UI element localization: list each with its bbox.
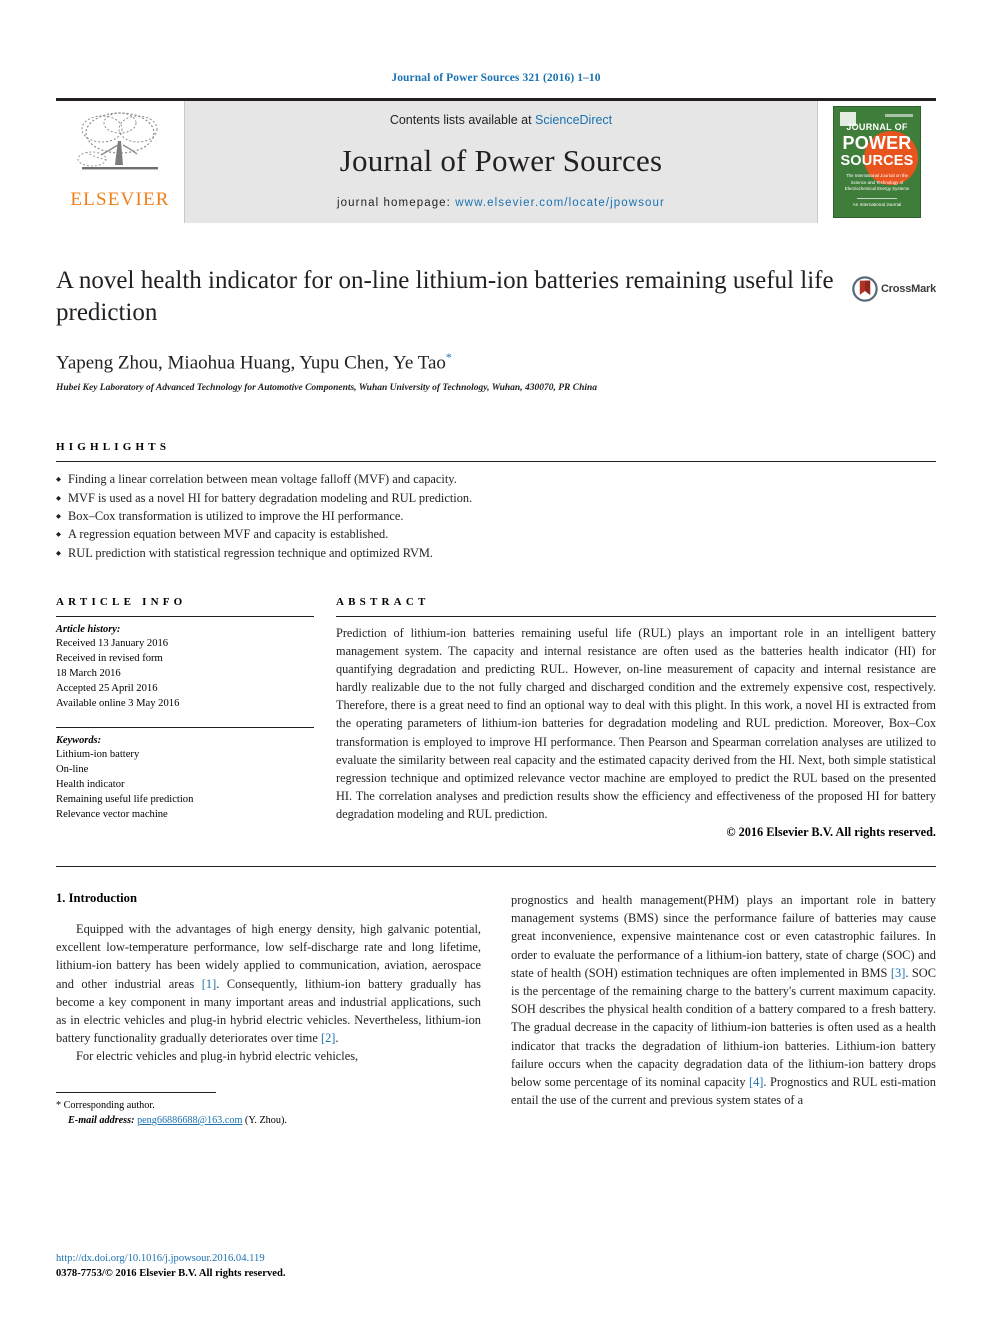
article-history-line: Available online 3 May 2016	[56, 698, 180, 710]
crossmark-icon	[852, 276, 878, 302]
cover-footer: An International Journal	[834, 197, 920, 208]
article-title: A novel health indicator for on-line lit…	[56, 267, 834, 326]
citation-1[interactable]: [1]	[202, 977, 216, 991]
cover-footer-text: An International Journal	[852, 201, 902, 207]
crossmark-badge[interactable]: CrossMark	[852, 267, 936, 311]
crossmark-label: CrossMark	[880, 283, 936, 295]
intro-paragraph-1: Equipped with the advantages of high ene…	[56, 920, 481, 1048]
email-suffix: (Y. Zhou).	[242, 1114, 287, 1126]
highlights-list: Finding a linear correlation between mea…	[56, 470, 936, 562]
affiliation: Hubei Key Laboratory of Advanced Technol…	[56, 383, 598, 394]
keyword-item: Health indicator	[56, 779, 125, 791]
cover-footer-rule	[857, 197, 897, 199]
right-text-b: . SOC is the percentage of the remaining…	[511, 965, 936, 1090]
highlights-label: HIGHLIGHTS	[56, 441, 171, 454]
highlight-item: A regression equation between MVF and ca…	[56, 525, 936, 543]
footnote-block: * Corresponding author.	[56, 1091, 216, 1113]
article-history-line: 18 March 2016	[56, 668, 121, 680]
section-heading-introduction: 1. Introduction	[56, 890, 137, 905]
citation-4[interactable]: [4]	[749, 1075, 763, 1089]
keywords-heading: Keywords:	[56, 735, 102, 747]
cover-subtitle: The International Journal on the Science…	[844, 173, 910, 192]
intro-text-c: .	[335, 1031, 339, 1046]
intro-paragraph-2: For electric vehicles and plug-in hybrid…	[76, 1049, 359, 1064]
author-list: Yapeng Zhou, Miaohua Huang, Yupu Chen, Y…	[56, 350, 936, 374]
abstract-copyright: © 2016 Elsevier B.V. All rights reserved…	[726, 824, 936, 839]
email-label: E-mail address:	[68, 1114, 138, 1126]
contents-line: Contents lists available at ScienceDirec…	[390, 113, 612, 127]
highlight-item: Finding a linear correlation between mea…	[56, 470, 936, 488]
article-info-rule	[56, 616, 314, 618]
article-page: Journal of Power Sources 321 (2016) 1–10	[0, 0, 992, 1323]
keyword-item: Relevance vector machine	[56, 809, 168, 821]
cover-line-2: POWER	[842, 133, 912, 153]
highlight-item: MVF is used as a novel HI for battery de…	[56, 489, 936, 507]
journal-homepage-line: journal homepage: www.elsevier.com/locat…	[337, 197, 665, 209]
journal-banner: Contents lists available at ScienceDirec…	[184, 101, 818, 223]
body-columns: 1. Introduction Equipped with the advant…	[56, 891, 936, 1128]
cover-line-1: JOURNAL OF	[846, 122, 908, 132]
doi-link-wrap[interactable]: http://dx.doi.org/10.1016/j.jpowsour.201…	[56, 1251, 286, 1266]
keyword-item: Remaining useful life prediction	[56, 794, 194, 806]
highlights-section: HIGHLIGHTS Finding a linear correlation …	[56, 441, 936, 562]
author-names: Yapeng Zhou, Miaohua Huang, Yupu Chen, Y…	[56, 352, 446, 374]
abstract-rule	[336, 616, 936, 618]
abstract-text: Prediction of lithium-ion batteries rema…	[336, 626, 936, 821]
body-column-left: 1. Introduction Equipped with the advant…	[56, 891, 481, 1128]
contents-prefix: Contents lists available at	[389, 113, 536, 127]
intro-paragraph-right: prognostics and health management(PHM) p…	[511, 891, 936, 1110]
email-line: E-mail address: peng66886688@163.com (Y.…	[56, 1113, 481, 1128]
article-history-heading: Article history:	[56, 624, 121, 636]
highlights-rule	[56, 461, 936, 463]
issn-copyright: 0378-7753/© 2016 Elsevier B.V. All right…	[56, 1267, 286, 1279]
article-history-line: Received 13 January 2016	[56, 638, 169, 650]
journal-cover-cell: JOURNAL OF POWER SOURCES The Internation…	[818, 101, 936, 223]
elsevier-logo: ELSEVIER	[56, 101, 184, 223]
cover-top-rule	[885, 114, 913, 117]
citation-2[interactable]: [2]	[321, 1031, 335, 1045]
article-info-label: ARTICLE INFO	[56, 596, 187, 609]
keyword-item: Lithium-ion battery	[56, 749, 140, 761]
body-divider	[56, 865, 936, 867]
abstract-label: ABSTRACT	[336, 596, 430, 609]
running-head: Journal of Power Sources 321 (2016) 1–10	[391, 72, 601, 84]
keywords-rule	[56, 727, 314, 729]
cover-line-3: SOURCES	[840, 153, 914, 169]
elsevier-tree-icon	[77, 112, 158, 170]
journal-masthead: ELSEVIER Contents lists available at Sci…	[56, 98, 936, 223]
corresponding-author-marker: *	[445, 350, 452, 364]
doi-link[interactable]: http://dx.doi.org/10.1016/j.jpowsour.201…	[56, 1253, 265, 1264]
title-block: A novel health indicator for on-line lit…	[56, 265, 936, 393]
journal-cover-thumbnail[interactable]: JOURNAL OF POWER SOURCES The Internation…	[833, 106, 921, 218]
email-link[interactable]: peng66886688@163.com	[137, 1115, 242, 1126]
corresponding-author-note: * Corresponding author.	[56, 1099, 155, 1111]
homepage-prefix: journal homepage:	[337, 197, 456, 209]
body-column-right: prognostics and health management(PHM) p…	[511, 891, 936, 1128]
journal-title: Journal of Power Sources	[339, 143, 663, 178]
right-text-a: prognostics and health management(PHM) p…	[511, 892, 936, 980]
highlight-item: RUL prediction with statistical regressi…	[56, 544, 936, 562]
article-history-line: Received in revised form	[56, 653, 163, 665]
article-info-column: ARTICLE INFO Article history: Received 1…	[56, 596, 314, 840]
page-footer: http://dx.doi.org/10.1016/j.jpowsour.201…	[56, 1251, 286, 1281]
article-history-line: Accepted 25 April 2016	[56, 683, 158, 695]
abstract-column: ABSTRACT Prediction of lithium-ion batte…	[336, 596, 936, 840]
elsevier-wordmark: ELSEVIER	[70, 189, 170, 210]
highlight-item: Box–Cox transformation is utilized to im…	[56, 507, 936, 525]
sciencedirect-link[interactable]: ScienceDirect	[535, 113, 612, 127]
info-abstract-row: ARTICLE INFO Article history: Received 1…	[56, 596, 936, 840]
citation-3[interactable]: [3]	[891, 966, 905, 980]
journal-homepage-link[interactable]: www.elsevier.com/locate/jpowsour	[455, 197, 665, 209]
keyword-item: On-line	[56, 764, 89, 776]
